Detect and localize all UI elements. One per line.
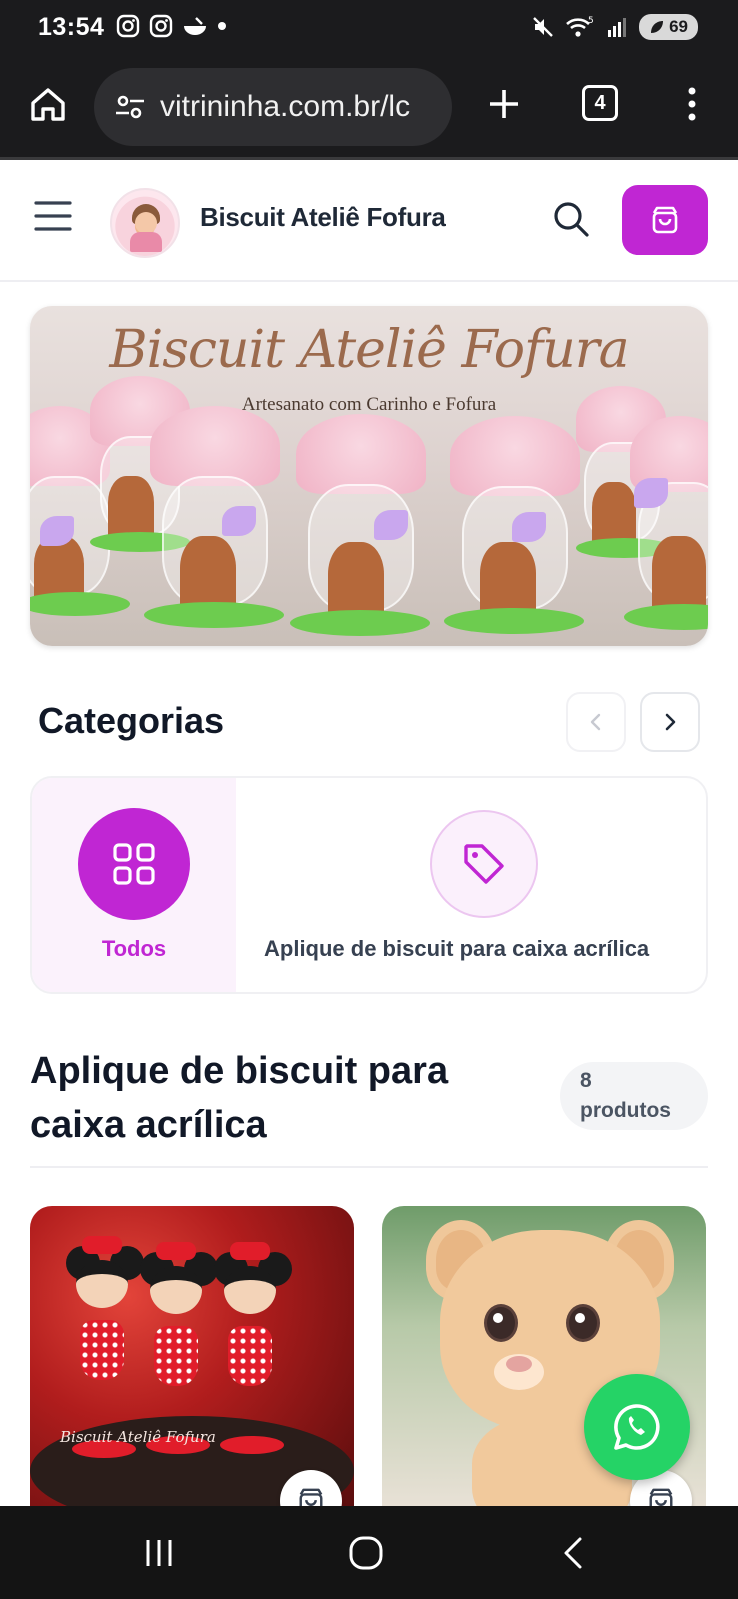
product-image-figure: [566, 1304, 600, 1342]
category-label: Todos: [101, 936, 167, 961]
banner-title: Biscuit Ateliê Fofura: [109, 320, 629, 380]
battery-level: 69: [669, 17, 688, 36]
tab-switcher-button[interactable]: 4: [582, 85, 618, 121]
product-image-figure: [506, 1356, 532, 1372]
site-settings-icon[interactable]: [114, 91, 146, 123]
home-nav-icon[interactable]: [348, 1536, 384, 1570]
menu-icon[interactable]: [34, 198, 72, 234]
store-logo[interactable]: [110, 188, 180, 258]
store-name[interactable]: Biscuit Ateliê Fofura: [200, 202, 446, 233]
banner-subtitle: Artesanato com Carinho e Fofura: [241, 394, 497, 415]
section-title: Aplique de biscuit para caixa acrílica: [30, 1050, 449, 1146]
category-label: Aplique de biscuit para caixa acrílica: [264, 936, 650, 961]
category-icon-circle: [78, 808, 190, 920]
category-item-todos[interactable]: Todos: [32, 778, 236, 992]
instagram-icon: [116, 14, 140, 38]
shopping-bag-icon: [649, 1488, 673, 1506]
status-time: 13:54: [38, 13, 105, 41]
category-icon-circle: [430, 810, 538, 918]
chevron-left-icon: [590, 713, 601, 731]
tag-icon: [464, 844, 504, 884]
recent-apps-icon[interactable]: [142, 1536, 176, 1570]
instagram-icon: [149, 14, 173, 38]
product-count-label: produtos: [580, 1099, 671, 1122]
back-icon[interactable]: [560, 1536, 586, 1570]
categories-title: Categorias: [38, 700, 225, 741]
more-options-icon[interactable]: [680, 84, 704, 124]
svg-text:5: 5: [588, 16, 594, 26]
section-divider: [30, 1166, 708, 1168]
mute-icon: [533, 17, 553, 37]
categories-prev-button[interactable]: [566, 692, 626, 752]
home-icon[interactable]: [28, 84, 68, 124]
battery-saver-icon: [651, 21, 664, 33]
wifi-icon: 5: [566, 16, 594, 37]
shopping-bag-icon: [652, 206, 678, 234]
url-text[interactable]: vitrininha.com.br/lc: [160, 90, 410, 124]
product-image-figure: [484, 1304, 518, 1342]
product-card[interactable]: Biscuit Ateliê Fofura: [30, 1206, 354, 1506]
tab-count: 4: [594, 91, 606, 114]
categories-next-button[interactable]: [640, 692, 700, 752]
new-tab-icon[interactable]: [484, 84, 524, 124]
whatsapp-icon: [614, 1404, 660, 1450]
signal-icon: [608, 18, 627, 37]
address-bar[interactable]: vitrininha.com.br/lc: [94, 68, 452, 146]
notification-icons: [116, 14, 227, 38]
system-navigation-bar: [0, 1506, 738, 1599]
shopping-bag-icon: [299, 1488, 323, 1506]
categories-carousel: Todos Aplique de biscuit para caixa acrí…: [30, 776, 708, 994]
site-header: Biscuit Ateliê Fofura: [0, 160, 738, 282]
dot-icon: [218, 22, 226, 30]
product-count-number: 8: [580, 1069, 592, 1092]
product-watermark: Biscuit Ateliê Fofura: [60, 1428, 216, 1446]
system-status: 5 69: [531, 14, 698, 40]
food-bowl-icon: [184, 17, 206, 35]
whatsapp-button[interactable]: [584, 1374, 690, 1480]
status-bar: 13:54 5 69: [0, 0, 738, 58]
search-icon[interactable]: [552, 200, 590, 238]
grid-icon: [113, 843, 155, 885]
chevron-right-icon: [665, 713, 676, 731]
product-count-badge: 8 produtos: [560, 1062, 708, 1130]
cart-button[interactable]: [622, 185, 708, 255]
battery-indicator: 69: [639, 14, 698, 40]
hero-banner[interactable]: Biscuit Ateliê Fofura Artesanato com Car…: [30, 306, 708, 646]
browser-toolbar: vitrininha.com.br/lc 4: [0, 58, 738, 160]
